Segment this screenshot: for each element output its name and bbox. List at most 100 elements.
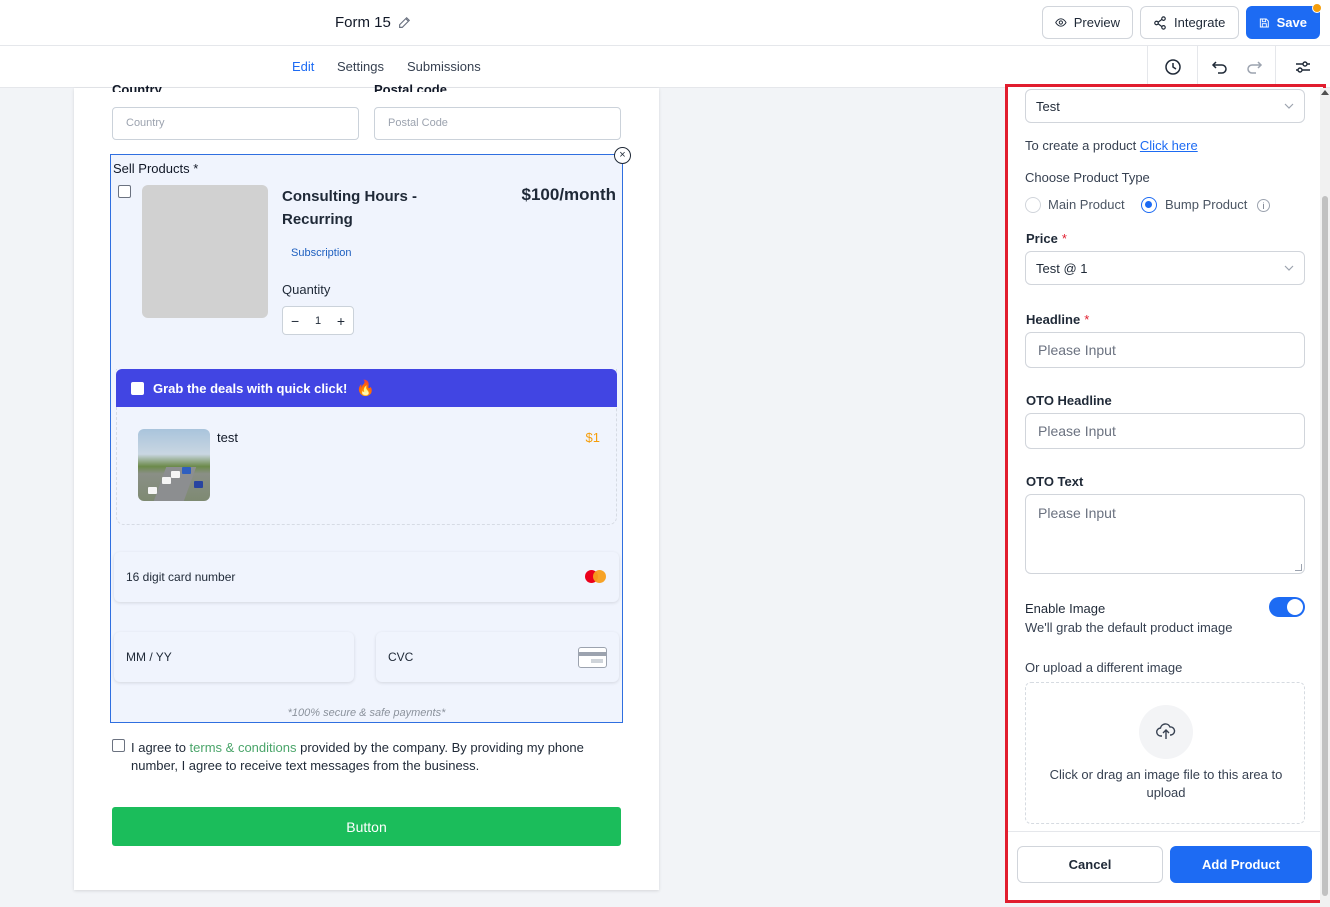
terms-link[interactable]: terms & conditions xyxy=(190,740,297,755)
share-icon xyxy=(1154,15,1166,30)
scroll-up-arrow[interactable] xyxy=(1321,90,1329,95)
panel-scrollbar[interactable] xyxy=(1320,88,1330,907)
terms-text: I agree to terms & conditions provided b… xyxy=(131,739,611,775)
credit-card-icon xyxy=(578,646,607,668)
adjust-settings-button[interactable] xyxy=(1275,46,1330,87)
price-select-value: Test @ 1 xyxy=(1036,260,1088,276)
click-here-link[interactable]: Click here xyxy=(1140,138,1198,153)
price-label: Price * xyxy=(1026,231,1067,246)
tab-settings[interactable]: Settings xyxy=(337,59,384,74)
upload-icon-wrapper xyxy=(1139,705,1193,759)
product-select-value: Test xyxy=(1036,98,1060,114)
oto-text-placeholder: Please Input xyxy=(1038,505,1116,521)
add-product-button[interactable]: Add Product xyxy=(1170,846,1312,883)
sell-products-title: Sell Products * xyxy=(113,161,199,176)
history-icon xyxy=(1164,58,1181,75)
preview-label: Preview xyxy=(1073,15,1120,30)
resize-handle[interactable] xyxy=(1295,564,1302,571)
sliders-icon xyxy=(1296,60,1310,73)
enable-image-toggle[interactable] xyxy=(1269,597,1305,617)
redo-icon[interactable] xyxy=(1245,59,1263,75)
cvc-field[interactable]: CVC xyxy=(376,632,619,682)
product-settings-panel: Test To create a product Click here Choo… xyxy=(1005,84,1326,903)
undo-icon[interactable] xyxy=(1211,59,1229,75)
tab-submissions[interactable]: Submissions xyxy=(407,59,481,74)
bump-headline: Grab the deals with quick click! xyxy=(153,380,348,396)
cvc-placeholder: CVC xyxy=(388,650,414,664)
headline-label: Headline * xyxy=(1026,312,1090,327)
undo-redo-group xyxy=(1197,46,1275,87)
save-icon xyxy=(1259,18,1269,27)
product-type-radio-group: Main Product Bump Product i xyxy=(1025,197,1305,215)
country-label: Country xyxy=(112,82,162,92)
save-label: Save xyxy=(1276,15,1307,30)
bump-product-radio[interactable] xyxy=(1141,197,1157,213)
chevron-down-icon xyxy=(1284,103,1294,109)
top-bar: Form 15 Preview Integrate Save xyxy=(0,0,1330,46)
submit-button[interactable]: Button xyxy=(112,807,621,846)
bump-header: Grab the deals with quick click! 🔥 xyxy=(116,369,617,407)
panel-divider xyxy=(1008,831,1323,832)
postal-label: Postal code xyxy=(374,82,447,92)
enable-image-hint: We'll grab the default product image xyxy=(1025,620,1233,635)
product-select[interactable]: Test xyxy=(1025,89,1305,123)
integrate-label: Integrate xyxy=(1174,15,1226,30)
product-checkbox[interactable] xyxy=(118,185,131,198)
bump-product-name: test xyxy=(217,430,238,445)
product-type-label: Choose Product Type xyxy=(1025,170,1150,185)
main-product-label[interactable]: Main Product xyxy=(1048,197,1125,212)
card-number-field[interactable]: 16 digit card number xyxy=(114,552,619,602)
pencil-icon[interactable] xyxy=(397,16,411,30)
form-canvas: Country Postal code Country Postal Code … xyxy=(74,82,659,890)
flame-icon: 🔥 xyxy=(356,380,376,397)
oto-headline-input[interactable]: Please Input xyxy=(1025,413,1305,449)
order-bump: Grab the deals with quick click! 🔥 test … xyxy=(116,369,617,525)
secure-payments-note: *100% secure & safe payments* xyxy=(287,707,446,719)
main-product-radio[interactable] xyxy=(1025,197,1041,213)
tab-edit[interactable]: Edit xyxy=(292,59,314,74)
mastercard-icon xyxy=(585,570,607,584)
sell-products-block[interactable]: × Sell Products * Consulting Hours - Rec… xyxy=(110,147,631,723)
image-upload-dropzone[interactable]: Click or drag an image file to this area… xyxy=(1025,682,1305,824)
upload-instructions: Click or drag an image file to this area… xyxy=(1049,767,1283,800)
form-title-text: Form 15 xyxy=(335,14,391,31)
terms-prefix: I agree to xyxy=(131,740,190,755)
price-select[interactable]: Test @ 1 xyxy=(1025,251,1305,285)
expiry-placeholder: MM / YY xyxy=(126,650,172,664)
history-button[interactable] xyxy=(1147,46,1197,87)
quantity-stepper[interactable]: − 1 + xyxy=(282,306,354,335)
info-icon[interactable]: i xyxy=(1257,199,1270,212)
integrate-button[interactable]: Integrate xyxy=(1140,6,1239,39)
oto-text-label: OTO Text xyxy=(1026,474,1084,489)
create-product-hint: To create a product Click here xyxy=(1025,138,1198,153)
form-title[interactable]: Form 15 xyxy=(335,14,411,31)
upload-label: Or upload a different image xyxy=(1025,660,1183,675)
quantity-value: 1 xyxy=(314,314,322,327)
bump-product-price: $1 xyxy=(585,430,600,445)
eye-icon xyxy=(1055,18,1067,27)
sub-nav: Edit Settings Submissions xyxy=(0,46,1330,88)
plus-icon[interactable]: + xyxy=(337,313,345,329)
close-icon[interactable]: × xyxy=(614,147,631,164)
save-button[interactable]: Save xyxy=(1246,3,1322,39)
bump-product-label[interactable]: Bump Product xyxy=(1165,197,1247,212)
upload-cloud-icon xyxy=(1156,723,1176,739)
create-product-prefix: To create a product xyxy=(1025,138,1140,153)
unsaved-indicator xyxy=(1312,3,1322,13)
quantity-label: Quantity xyxy=(282,282,331,297)
card-number-placeholder: 16 digit card number xyxy=(126,570,236,584)
preview-button[interactable]: Preview xyxy=(1042,6,1133,39)
scroll-thumb[interactable] xyxy=(1322,196,1328,896)
postal-code-input[interactable]: Postal Code xyxy=(374,107,621,140)
oto-headline-label: OTO Headline xyxy=(1026,393,1112,408)
product-image-placeholder xyxy=(142,185,268,318)
product-price: $100/month xyxy=(521,185,616,204)
terms-checkbox[interactable] xyxy=(112,739,125,752)
expiry-field[interactable]: MM / YY xyxy=(114,632,354,682)
bump-checkbox[interactable] xyxy=(131,381,144,395)
minus-icon[interactable]: − xyxy=(291,313,299,329)
headline-input[interactable]: Please Input xyxy=(1025,332,1305,368)
cancel-button[interactable]: Cancel xyxy=(1017,846,1163,883)
country-input[interactable]: Country xyxy=(112,107,359,140)
oto-text-textarea[interactable]: Please Input xyxy=(1025,494,1305,574)
